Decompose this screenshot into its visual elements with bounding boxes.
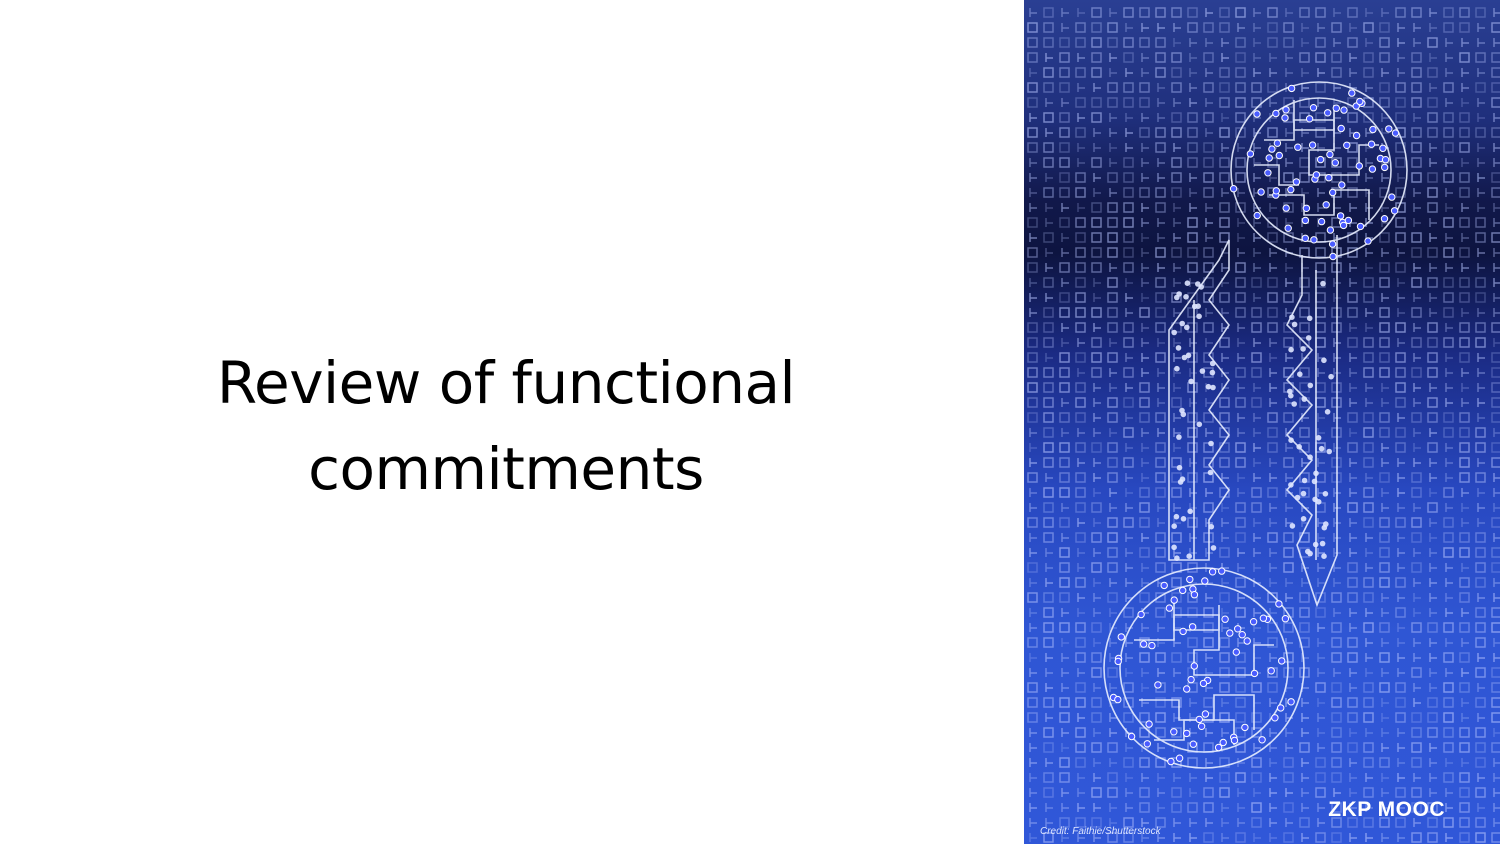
- title-line-2: commitments: [308, 435, 704, 503]
- title-line-1: Review of functional: [216, 349, 796, 417]
- binary-pattern: [1027, 7, 1500, 843]
- image-credit: Credit: Faithie/Shutterstock: [1040, 826, 1161, 837]
- slide: Review of functional commitments ZKP MOO…: [0, 0, 1500, 844]
- slide-title: Review of functional commitments: [150, 340, 862, 512]
- circuit-keys-image: ZKP MOOC Credit: Faithie/Shutterstock: [1024, 0, 1500, 844]
- brand-label: ZKP MOOC: [1328, 798, 1445, 821]
- circuit-keys-icon: [1027, 7, 1500, 843]
- keys-illustration: [1103, 81, 1408, 769]
